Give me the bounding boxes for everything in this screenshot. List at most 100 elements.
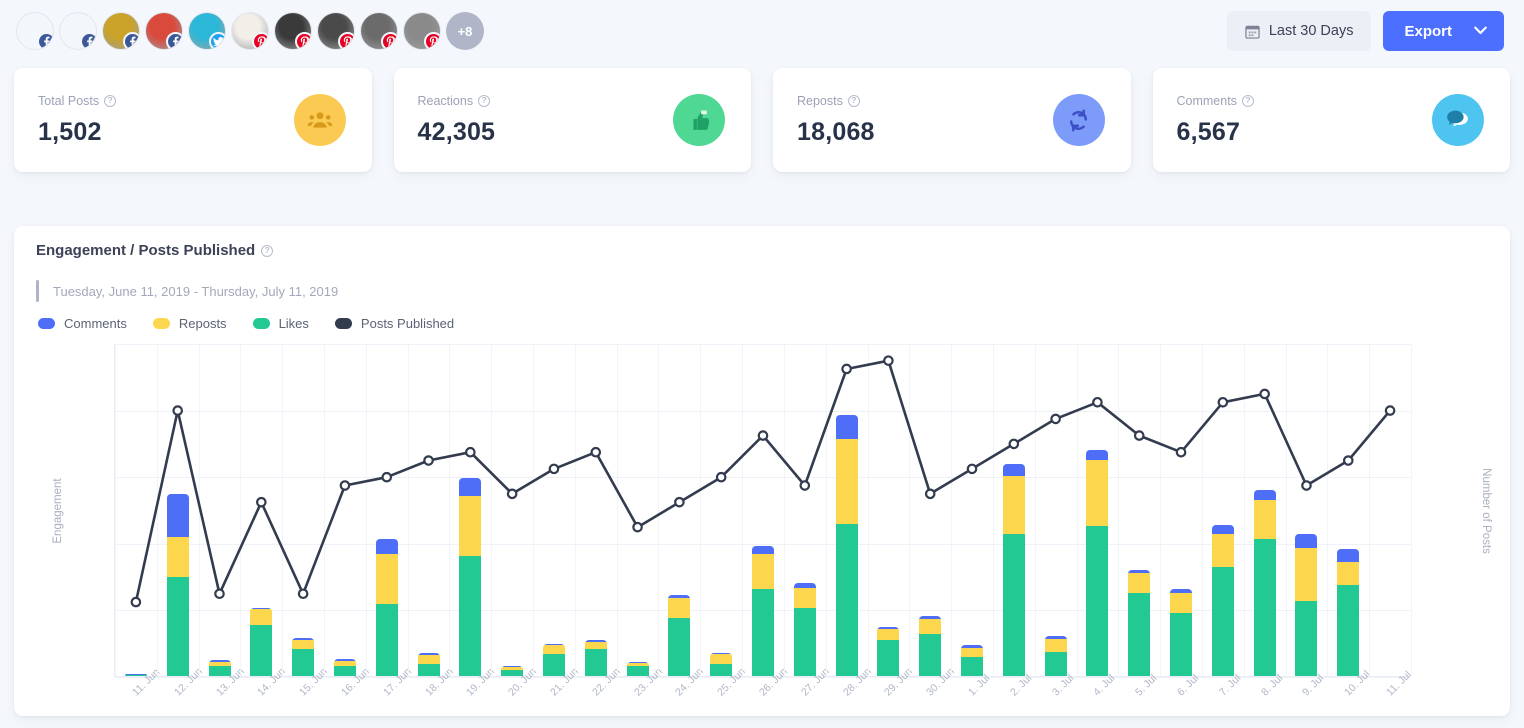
posts-published-line [130, 355, 1396, 608]
line-marker[interactable] [1175, 446, 1187, 458]
line-marker[interactable] [1217, 396, 1229, 408]
people-icon [293, 94, 346, 146]
line-marker[interactable] [297, 588, 309, 600]
avatar-image [102, 12, 140, 50]
avatar-image [59, 12, 97, 50]
comment-icon [1432, 94, 1484, 146]
facebook-badge-icon [37, 32, 53, 49]
y-axis-title: Engagement [52, 478, 64, 544]
line-marker[interactable] [130, 596, 142, 608]
chevron-down-icon [1474, 24, 1487, 38]
export-button[interactable]: Export [1383, 11, 1504, 51]
line-marker[interactable] [799, 480, 811, 491]
avatar-image [231, 12, 269, 50]
avatar[interactable] [188, 12, 226, 50]
stat-card-label-text: Comments [1176, 93, 1237, 108]
date-range-selector[interactable]: Last 30 Days [1226, 11, 1372, 51]
stat-card-label: Reposts? [797, 94, 875, 108]
line-marker[interactable] [423, 455, 434, 466]
line-marker[interactable] [1384, 405, 1396, 416]
stat-card-label-text: Reactions [417, 93, 474, 108]
avatar-overflow-count[interactable]: +8 [446, 12, 484, 50]
line-marker[interactable] [632, 521, 643, 533]
line-marker[interactable] [1092, 396, 1103, 408]
line-marker[interactable] [924, 488, 936, 500]
facebook-badge-icon [123, 32, 139, 49]
twitter-badge-icon [209, 32, 225, 49]
legend-swatch [334, 318, 352, 329]
avatar[interactable] [145, 12, 183, 50]
pinterest-badge-icon [252, 32, 268, 49]
line-marker[interactable] [674, 496, 685, 508]
question-circle-icon[interactable]: ? [478, 94, 491, 107]
profile-avatar-list: +8 [16, 12, 489, 50]
avatar[interactable] [360, 12, 398, 50]
line-marker[interactable] [506, 488, 518, 500]
line-marker[interactable] [214, 588, 225, 600]
line-marker[interactable] [172, 405, 184, 416]
line-marker[interactable] [256, 496, 267, 508]
line-marker[interactable] [381, 471, 393, 483]
question-circle-icon[interactable]: ? [1241, 94, 1254, 107]
avatar[interactable] [16, 12, 54, 50]
legend-item-comments[interactable]: Comments [38, 316, 127, 331]
legend-item-likes[interactable]: Likes [252, 316, 309, 331]
line-marker[interactable] [757, 430, 769, 441]
chart-legend: Comments Reposts Likes Posts Published [38, 316, 454, 331]
line-marker[interactable] [1133, 430, 1145, 441]
avatar[interactable] [231, 12, 269, 50]
line-marker[interactable] [1259, 388, 1270, 400]
analytics-dashboard: +8 Last 30 Days Export Total Posts? 1,502… [0, 0, 1524, 728]
line-marker[interactable] [465, 446, 476, 458]
avatar[interactable] [59, 12, 97, 50]
stat-card-label-text: Total Posts [38, 93, 100, 108]
legend-label: Posts Published [360, 316, 455, 331]
export-label: Export [1404, 22, 1452, 40]
pinterest-badge-icon [338, 32, 354, 49]
avatar[interactable] [317, 12, 355, 50]
panel-title: Engagement / Posts Published ? [36, 242, 274, 259]
line-marker[interactable] [548, 463, 560, 475]
stat-card-text: Reposts? 18,068 [797, 94, 875, 147]
question-circle-icon[interactable]: ? [847, 94, 860, 107]
thumbs-up-icon [673, 94, 725, 146]
top-bar-actions: Last 30 Days Export [1226, 11, 1504, 51]
line-marker[interactable] [1050, 413, 1061, 425]
avatar[interactable] [274, 12, 312, 50]
line-marker[interactable] [339, 480, 351, 491]
line-marker[interactable] [841, 363, 852, 375]
stat-card-text: Comments? 6,567 [1177, 94, 1254, 147]
stat-card-value: 6,567 [1176, 117, 1241, 146]
date-range-label: Last 30 Days [1268, 23, 1354, 39]
top-bar: +8 Last 30 Days Export [0, 0, 1524, 62]
stat-card-text: Total Posts? 1,502 [38, 93, 117, 147]
avatar-image [274, 12, 312, 50]
stat-card: Comments? 6,567 [1152, 68, 1510, 172]
legend-item-posts-published[interactable]: Posts Published [334, 316, 455, 331]
avatar[interactable] [102, 12, 140, 50]
chart-date-subtitle: Tuesday, June 11, 2019 - Thursday, July … [36, 280, 338, 302]
stat-card-value: 18,068 [797, 117, 875, 146]
stat-card-value: 42,305 [417, 117, 496, 146]
line-marker[interactable] [1008, 438, 1020, 450]
legend-item-reposts[interactable]: Reposts [152, 316, 227, 331]
line-marker[interactable] [883, 355, 894, 366]
pinterest-badge-icon [381, 32, 397, 49]
stat-card-label-text: Reposts [797, 93, 843, 108]
line-marker[interactable] [1342, 455, 1354, 466]
line-marker[interactable] [966, 463, 978, 475]
stat-card-label: Comments? [1177, 94, 1254, 108]
avatar[interactable] [403, 12, 441, 50]
stat-card-label: Reactions? [418, 94, 496, 108]
question-circle-icon[interactable]: ? [104, 94, 117, 107]
legend-label: Likes [278, 316, 309, 331]
pinterest-badge-icon [295, 32, 311, 49]
line-marker[interactable] [1301, 480, 1312, 491]
avatar-image [360, 12, 398, 50]
avatar-image [403, 12, 441, 50]
legend-swatch [38, 318, 55, 329]
engagement-chart-panel: Engagement / Posts Published ? Tuesday, … [14, 226, 1510, 716]
question-circle-icon[interactable]: ? [261, 244, 274, 257]
line-marker[interactable] [590, 446, 602, 458]
line-marker[interactable] [715, 471, 727, 483]
